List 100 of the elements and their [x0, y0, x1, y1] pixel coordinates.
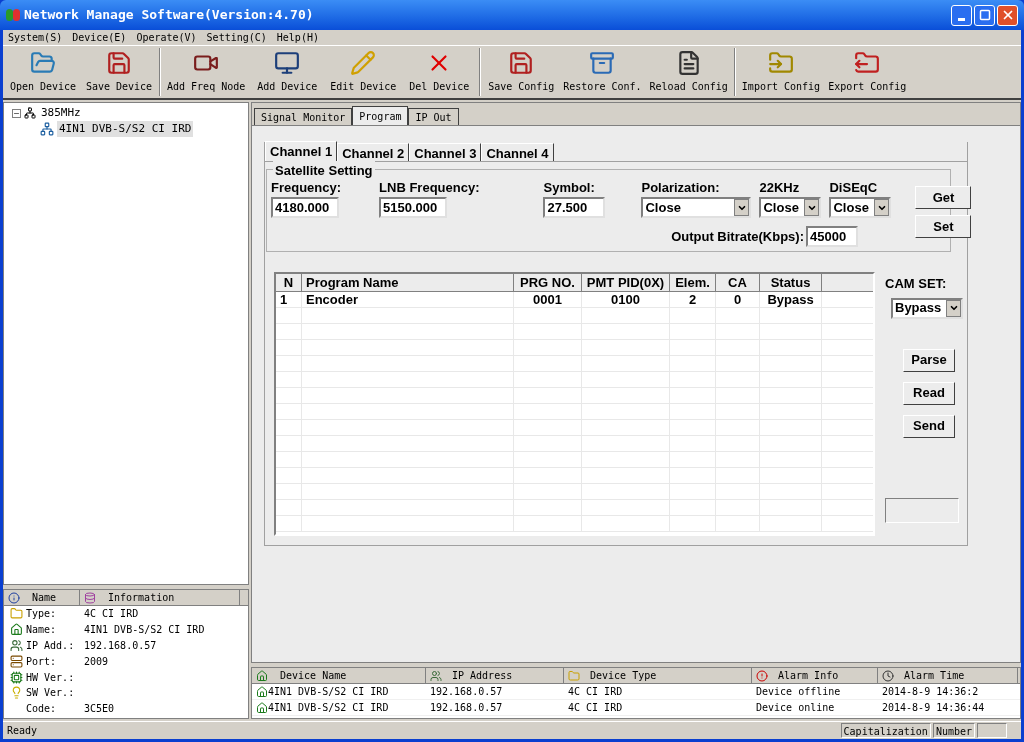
column-header[interactable]: Device Type	[564, 668, 752, 684]
toolbar-button[interactable]: Export Config	[824, 46, 911, 98]
field-label: Polarization:	[641, 180, 721, 196]
toolbar-button[interactable]: Del Device	[401, 46, 478, 98]
menu-item[interactable]: Help(H)	[271, 30, 324, 45]
toolbar-button[interactable]: Open Device	[5, 46, 81, 98]
dropdown[interactable]: Bypass	[891, 297, 963, 319]
house-icon	[10, 623, 23, 637]
column-header[interactable]: IP Address	[426, 668, 564, 684]
column-header[interactable]: Information	[80, 590, 240, 605]
input-field[interactable]: 5150.000	[379, 197, 448, 218]
column-header[interactable]: Alarm Info	[752, 668, 878, 684]
column-header[interactable]: PRG NO.	[514, 274, 582, 292]
table-cell: Bypass	[767, 292, 814, 307]
toolbar-button[interactable]: Save Config	[483, 46, 560, 98]
server-icon	[10, 654, 23, 668]
toolbar-button[interactable]: Save Device	[81, 46, 157, 98]
info-label: Code:	[26, 702, 57, 717]
people-icon	[430, 669, 442, 682]
column-header[interactable]: Device Name	[252, 668, 426, 684]
alert-icon	[756, 669, 768, 682]
info-label: Type:	[26, 607, 57, 622]
toolbar-button[interactable]: Import Config	[737, 46, 825, 98]
toolbar-button[interactable]: Add Device	[249, 46, 326, 98]
table-cell-text: 192.168.0.57	[430, 701, 503, 715]
tab[interactable]: Program	[352, 106, 409, 125]
table-cell-text: 2014-8-9 14:36:44	[882, 701, 985, 715]
input-field[interactable]: 27.500	[543, 197, 606, 218]
folder-icon	[10, 607, 23, 621]
group-title: Satellite Setting	[273, 161, 375, 181]
monitor-icon	[274, 50, 301, 76]
field-label: 22KHz	[759, 180, 801, 196]
window-title: Network Manage Software(Version:4.70)	[24, 6, 314, 25]
column-header[interactable]: Name	[4, 590, 80, 605]
table-cell-text: 192.168.0.57	[430, 685, 503, 699]
input-field[interactable]: 45000	[806, 226, 858, 247]
maximize-icon	[978, 9, 991, 21]
channel-tab[interactable]: Channel 2	[337, 143, 410, 161]
tree-item[interactable]: 4IN1 DVB-S/S2 CI IRD	[57, 120, 194, 138]
tree-item[interactable]: 385MHz	[39, 104, 83, 122]
box-icon	[589, 50, 616, 76]
column-header[interactable]: Status	[760, 274, 822, 292]
table-cell-text: 4C CI IRD	[568, 685, 623, 699]
toolbar-button[interactable]: Add Freq Node	[163, 46, 250, 98]
close-button[interactable]	[997, 4, 1018, 26]
column-header[interactable]: Program Name	[302, 274, 514, 292]
field-label: Output Bitrate(Kbps):	[671, 227, 804, 246]
menu-item[interactable]: Setting(C)	[201, 30, 272, 45]
maximize-button[interactable]	[974, 4, 995, 26]
action-button[interactable]: Parse	[903, 348, 955, 372]
input-field[interactable]: 4180.000	[271, 197, 339, 218]
table-cell-text: Device online	[756, 701, 835, 715]
info-label: IP Add.:	[26, 639, 75, 653]
table-cell-text: 2014-8-9 14:36:2	[882, 685, 979, 699]
column-header[interactable]: Alarm Time	[878, 668, 1018, 684]
dropdown[interactable]: Close	[759, 197, 822, 218]
table-cell: 0100	[611, 292, 640, 307]
tab[interactable]: Signal Monitor	[254, 108, 353, 125]
dropdown[interactable]: Close	[829, 197, 892, 218]
menu-item[interactable]: System(S)	[3, 30, 68, 45]
collapse-toggle-icon[interactable]	[12, 108, 21, 118]
channel-tab[interactable]: Channel 3	[409, 143, 482, 161]
status-panel	[977, 723, 1007, 738]
action-button[interactable]: Read	[903, 381, 955, 405]
database-icon	[84, 591, 96, 604]
field-label: LNB Frequency:	[379, 180, 480, 196]
info-icon	[8, 591, 20, 604]
info-value: 2009	[84, 654, 109, 669]
action-button[interactable]: Send	[903, 414, 955, 438]
action-button[interactable]: Set	[915, 215, 972, 238]
channel-tab[interactable]: Channel 4	[481, 143, 554, 161]
column-header[interactable]: CA	[716, 274, 760, 292]
info-value: 3C5E0	[84, 702, 115, 717]
toolbar-button[interactable]: Edit Device	[325, 46, 402, 98]
house-icon	[256, 685, 268, 698]
info-label: Name:	[26, 623, 57, 638]
minimize-button[interactable]	[951, 4, 972, 26]
table-cell-text: 4IN1 DVB-S/S2 CI IRD	[268, 701, 389, 715]
info-label: HW Ver.:	[26, 670, 75, 685]
channel-tab[interactable]: Channel 1	[265, 141, 338, 161]
table-cell-text: Device offline	[756, 685, 841, 699]
menu-item[interactable]: Device(E)	[67, 30, 132, 45]
table-cell: 0001	[533, 292, 562, 307]
toolbar-button[interactable]: Restore Conf.	[559, 46, 646, 98]
toolbar-button[interactable]: Reload Config	[645, 46, 732, 98]
status-panel: Number	[932, 723, 975, 738]
tab[interactable]: IP Out	[408, 108, 459, 125]
action-button[interactable]: Get	[915, 186, 972, 209]
clock-icon	[882, 669, 894, 682]
dropdown[interactable]: Close	[641, 197, 752, 218]
folder-open-icon	[30, 50, 56, 76]
folder-arrow-icon	[854, 50, 881, 76]
chip-icon	[10, 670, 23, 684]
column-header[interactable]: N	[276, 274, 302, 292]
column-header[interactable]: Elem.	[670, 274, 716, 292]
table-cell: 1	[280, 292, 288, 307]
status-text: Ready	[6, 724, 39, 738]
menu-item[interactable]: Operate(V)	[131, 30, 202, 45]
column-header[interactable]: PMT PID(0X)	[582, 274, 670, 292]
table-cell: 0	[733, 292, 742, 307]
